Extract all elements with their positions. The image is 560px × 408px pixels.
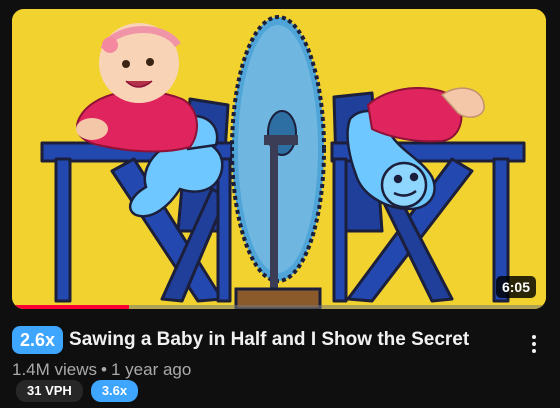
watch-progress-bar bbox=[12, 305, 546, 309]
upload-age: 1 year ago bbox=[110, 360, 192, 379]
duration-badge: 6:05 bbox=[495, 276, 536, 298]
video-card[interactable]: 6:05 2.6x Sawing a Baby in Half and I Sh… bbox=[0, 0, 560, 408]
title-row: 2.6x Sawing a Baby in Half and I Show th… bbox=[12, 326, 520, 354]
outlier-ratio-chip: 3.6x bbox=[90, 380, 139, 402]
view-count: 1.4M views bbox=[12, 360, 98, 379]
vph-chip: 31 VPH bbox=[16, 380, 83, 402]
speed-badge: 2.6x bbox=[12, 326, 64, 354]
watch-progress-fill bbox=[12, 305, 130, 309]
more-vert-icon[interactable] bbox=[524, 330, 544, 358]
video-metadata: 1.4M views • 1 year ago bbox=[12, 360, 191, 380]
meta-separator: • bbox=[101, 360, 107, 379]
stat-chips: 31 VPH 3.6x bbox=[16, 380, 139, 402]
video-title[interactable]: Sawing a Baby in Half and I Show the Sec… bbox=[69, 328, 469, 352]
thumbnail-illustration bbox=[12, 9, 546, 309]
video-thumbnail[interactable]: 6:05 bbox=[12, 9, 546, 309]
